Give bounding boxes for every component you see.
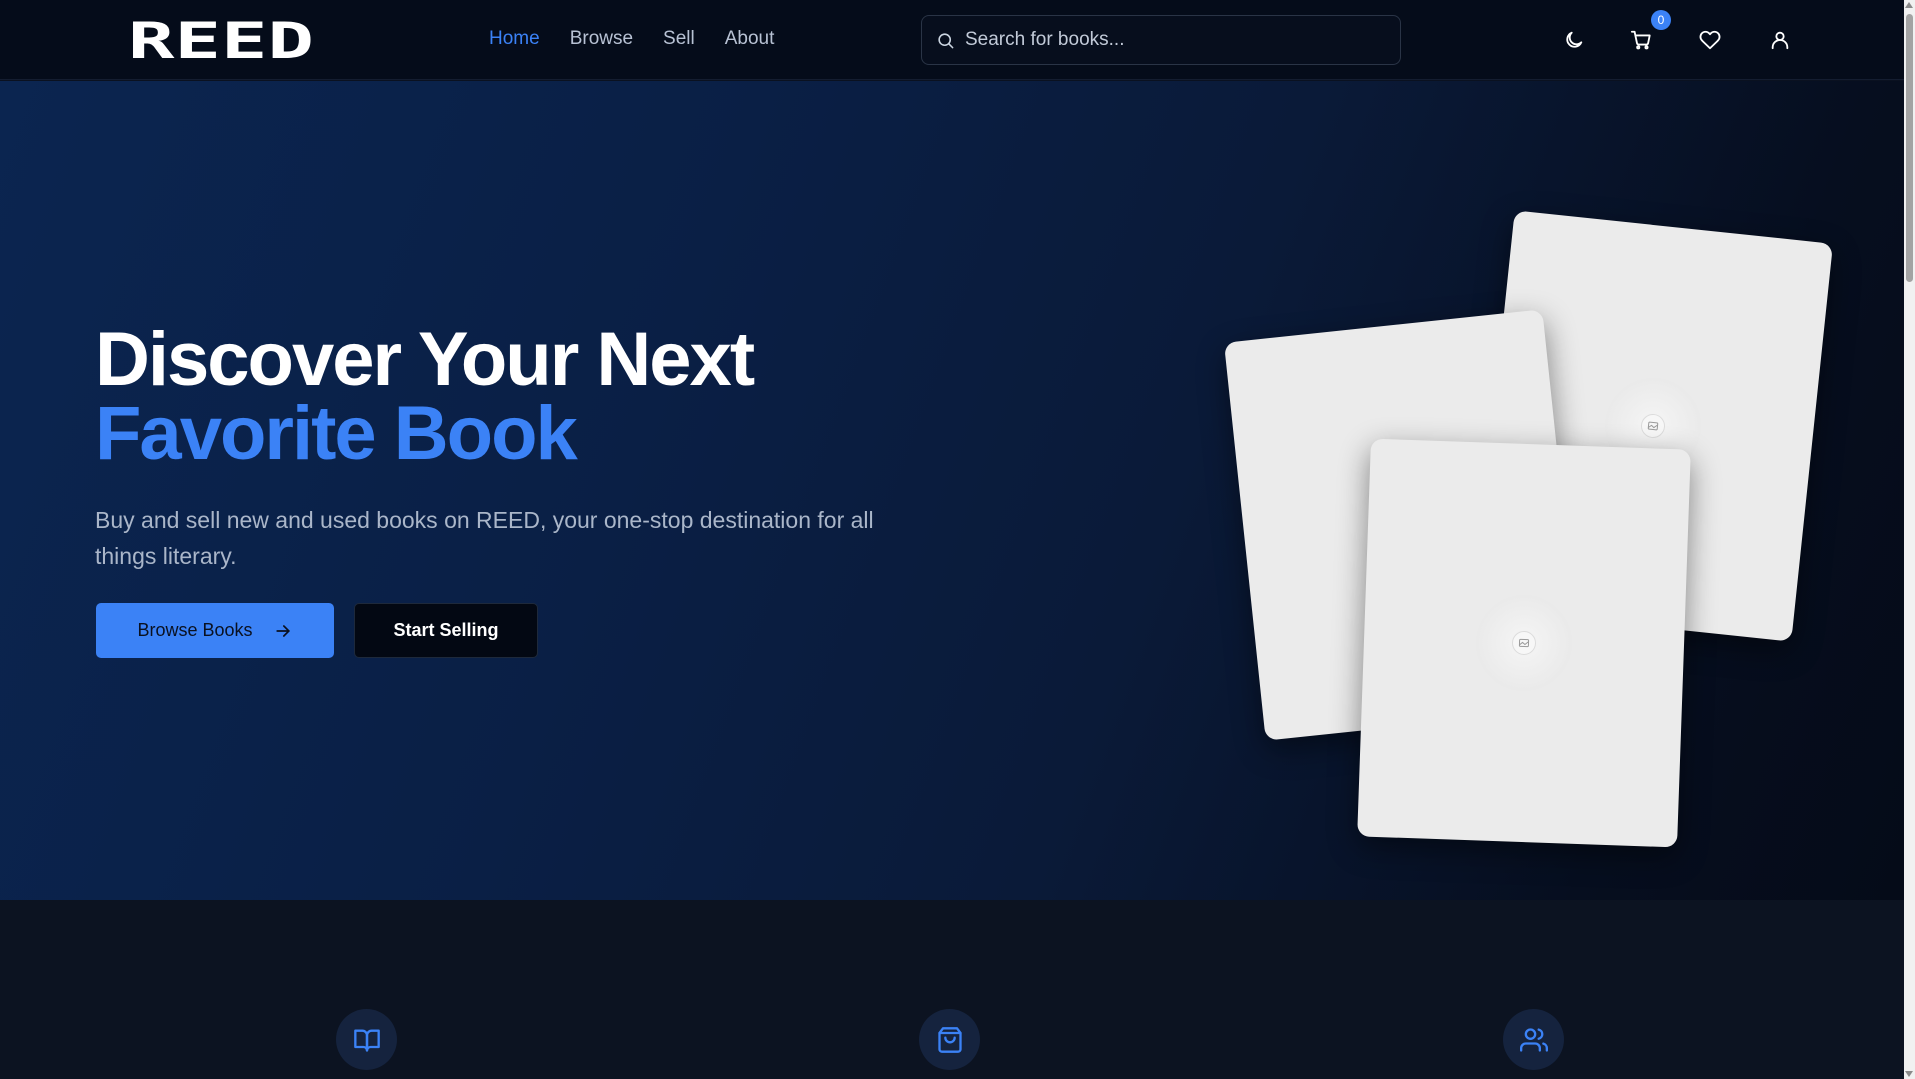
svg-text:REED: REED: [128, 18, 314, 64]
hero-title-line1: Discover Your Next: [95, 317, 755, 402]
feature-shop-badge: [919, 1009, 980, 1070]
browse-books-button[interactable]: Browse Books: [96, 603, 334, 658]
nav-about[interactable]: About: [725, 28, 775, 50]
cart-count-badge: 0: [1651, 10, 1671, 30]
hero-title-line2: Favorite Book: [95, 391, 578, 476]
account-button[interactable]: [1766, 26, 1794, 54]
search-input[interactable]: [965, 29, 1385, 51]
reed-logo[interactable]: REED: [128, 18, 314, 64]
image-placeholder: [1474, 593, 1574, 693]
nav-sell[interactable]: Sell: [663, 28, 695, 50]
scroll-down-arrow[interactable]: [1905, 1071, 1913, 1077]
browse-books-label: Browse Books: [137, 620, 253, 640]
users-icon: [1519, 1027, 1548, 1052]
top-navbar: REED Home Browse Sell About 0: [0, 0, 1904, 80]
image-icon: [1639, 412, 1667, 440]
hero-title: Discover Your Next Favorite Book: [95, 317, 755, 476]
hero-subtitle: Buy and sell new and used books on REED,…: [95, 507, 874, 569]
moon-icon: [1566, 31, 1583, 48]
main-nav: Home Browse Sell About: [489, 28, 774, 50]
feature-community-badge: [1503, 1009, 1564, 1070]
heart-icon: [1699, 30, 1721, 50]
cart-button[interactable]: [1627, 26, 1655, 54]
search-bar[interactable]: [921, 15, 1401, 65]
start-selling-label: Start Selling: [393, 620, 499, 640]
book-open-icon: [353, 1029, 380, 1052]
features-section: [0, 900, 1904, 1079]
feature-books-badge: [336, 1009, 397, 1070]
user-icon: [1771, 31, 1789, 50]
nav-browse[interactable]: Browse: [570, 28, 633, 50]
nav-home[interactable]: Home: [489, 28, 540, 50]
scrollbar-thumb[interactable]: [1906, 14, 1913, 282]
wishlist-button[interactable]: [1696, 26, 1724, 54]
page-scrollbar[interactable]: [1904, 0, 1915, 1079]
search-icon: [938, 32, 954, 48]
hero-section: Discover Your Next Favorite Book Buy and…: [0, 81, 1904, 900]
arrow-right-icon: [275, 624, 290, 637]
book-cover-placeholder-front: [1357, 438, 1691, 848]
scroll-up-arrow[interactable]: [1905, 2, 1913, 8]
cart-icon: [1630, 30, 1651, 50]
image-icon: [1511, 630, 1537, 656]
page: REED Home Browse Sell About 0 Discover Y…: [0, 0, 1915, 1079]
start-selling-button[interactable]: Start Selling: [354, 603, 538, 658]
shopping-bag-icon: [937, 1026, 962, 1053]
theme-toggle-button[interactable]: [1560, 26, 1588, 54]
